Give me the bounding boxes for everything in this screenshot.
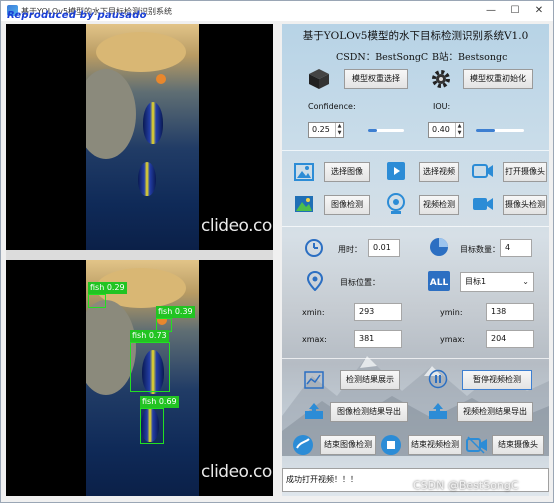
confidence-label: Confidence:	[308, 102, 356, 111]
bilibili-label: B站：Bestsongc	[432, 52, 508, 63]
svg-text:ALL: ALL	[430, 278, 449, 288]
target-position-label: 目标位置：	[340, 278, 380, 287]
show-results-button[interactable]: 检测结果展示	[340, 370, 400, 390]
detection-box: fish 0.73	[130, 330, 170, 392]
pause-icon	[428, 369, 448, 389]
camera-icon	[472, 164, 493, 178]
pie-chart-icon	[430, 238, 448, 256]
camera-detect-button[interactable]: 摄像头检测	[503, 195, 547, 215]
export-icon	[305, 403, 323, 419]
confidence-spinbox[interactable]: 0.25 ▲ ▼	[308, 122, 344, 138]
detection-label: fish 0.69	[140, 396, 179, 408]
pause-video-detect-button[interactable]: 暂停视频检测	[462, 370, 532, 390]
iou-slider-fill	[476, 129, 496, 132]
target-count-label: 目标数量：	[460, 245, 500, 254]
csdn-label: CSDN：BestSongC	[336, 52, 429, 63]
chevron-down-icon: ⌄	[522, 277, 529, 286]
tang-fish	[138, 162, 156, 196]
video-watermark: clideo.com	[201, 462, 273, 482]
video-watermark: clideo.com	[201, 216, 273, 236]
location-pin-icon	[306, 271, 324, 291]
ymax-label: ymax:	[440, 335, 465, 344]
end-video-detect-button[interactable]: 结束视频检测	[408, 435, 462, 455]
confidence-slider-fill	[368, 129, 377, 132]
end-camera-button[interactable]: 结束摄像头	[492, 435, 544, 455]
model-weight-select-button[interactable]: 模型权重选择	[344, 69, 408, 89]
coral-decor	[96, 32, 186, 72]
iou-value: 0.40	[432, 125, 450, 134]
original-video-view: clideo.com	[6, 24, 273, 250]
export-icon	[429, 403, 447, 419]
spin-arrows-icon[interactable]: ▲ ▼	[455, 123, 463, 137]
image-detect-button[interactable]: 图像检测	[324, 195, 370, 215]
control-panel: 基于YOLOv5模型的水下目标检测识别系统V1.0 CSDN：BestSongC…	[282, 24, 549, 496]
orange-fish-decor	[156, 74, 166, 84]
open-camera-button[interactable]: 打开摄像头	[503, 162, 547, 182]
detection-box: fish 0.69	[140, 396, 179, 444]
time-field[interactable]: 0.01	[368, 239, 400, 257]
close-button[interactable]: ✕	[527, 3, 551, 19]
video-detect-button[interactable]: 视频检测	[419, 195, 459, 215]
confidence-value: 0.25	[312, 125, 330, 134]
iou-label: IOU:	[433, 102, 451, 111]
video-file-icon	[387, 162, 405, 180]
maximize-button[interactable]: ☐	[503, 3, 527, 19]
select-video-button[interactable]: 选择视频	[419, 162, 459, 182]
stop-video-icon	[381, 435, 401, 455]
gear-icon	[432, 70, 450, 88]
export-video-results-button[interactable]: 视频检测结果导出	[457, 402, 533, 422]
detection-box: fish 0.29	[88, 282, 127, 308]
clock-icon	[305, 239, 323, 257]
camera-off-icon	[466, 436, 487, 454]
xmax-field[interactable]: 381	[354, 330, 402, 348]
end-image-detect-button[interactable]: 结束图像检测	[320, 435, 376, 455]
system-title: 基于YOLOv5模型的水下目标检测识别系统V1.0	[302, 30, 529, 42]
minimize-button[interactable]: —	[479, 3, 503, 19]
rock-decor	[86, 300, 136, 395]
export-image-results-button[interactable]: 图像检测结果导出	[330, 402, 408, 422]
iou-spinbox[interactable]: 0.40 ▲ ▼	[428, 122, 464, 138]
webcam-icon	[387, 193, 405, 214]
model-weight-init-button[interactable]: 模型权重初始化	[463, 69, 533, 89]
select-image-button[interactable]: 选择图像	[324, 162, 370, 182]
section-divider	[282, 150, 549, 151]
rock-decor	[86, 69, 136, 159]
section-divider	[282, 358, 549, 359]
video-camera-icon	[473, 198, 493, 210]
ymin-label: ymin:	[440, 308, 463, 317]
xmin-label: xmin:	[302, 308, 325, 317]
section-divider	[282, 226, 549, 227]
image-icon	[294, 163, 314, 181]
spin-arrows-icon[interactable]: ▲ ▼	[335, 123, 343, 137]
app-window: 基于YOLOv5模型的水下目标检测识别系统 Reproduced by paus…	[0, 0, 554, 503]
detection-video-view: fish 0.29 fish 0.39 fish 0.73 fish 0.69 …	[6, 260, 273, 496]
iou-slider[interactable]	[476, 129, 524, 132]
tang-fish	[143, 102, 163, 144]
target-select[interactable]: 目标1 ⌄	[460, 272, 534, 292]
time-label: 用时：	[338, 245, 362, 254]
recorder-watermark: Reproduced by pausado	[7, 10, 147, 21]
ymax-field[interactable]: 204	[486, 330, 534, 348]
title-bar: 基于YOLOv5模型的水下目标检测识别系统 Reproduced by paus…	[1, 1, 553, 21]
photo-detect-icon	[295, 196, 313, 212]
all-targets-icon: ALL	[428, 271, 450, 291]
ymin-field[interactable]: 138	[486, 303, 534, 321]
stop-image-icon	[293, 435, 313, 455]
xmax-label: xmax:	[302, 335, 327, 344]
xmin-field[interactable]: 293	[354, 303, 402, 321]
detection-label: fish 0.29	[88, 282, 127, 294]
line-chart-icon	[304, 371, 324, 389]
csdn-watermark: CSDN @BestSongC	[413, 479, 519, 492]
target-count-field[interactable]: 4	[500, 239, 532, 257]
detection-label: fish 0.73	[130, 330, 169, 342]
cube-icon	[309, 69, 329, 89]
underwater-frame	[86, 24, 199, 250]
video-panel: clideo.com fish 0.29 fish 0.39 fish 0.73…	[6, 24, 273, 496]
target-select-value: 目标1	[465, 277, 487, 286]
confidence-slider[interactable]	[368, 129, 404, 132]
detection-label: fish 0.39	[156, 306, 195, 318]
